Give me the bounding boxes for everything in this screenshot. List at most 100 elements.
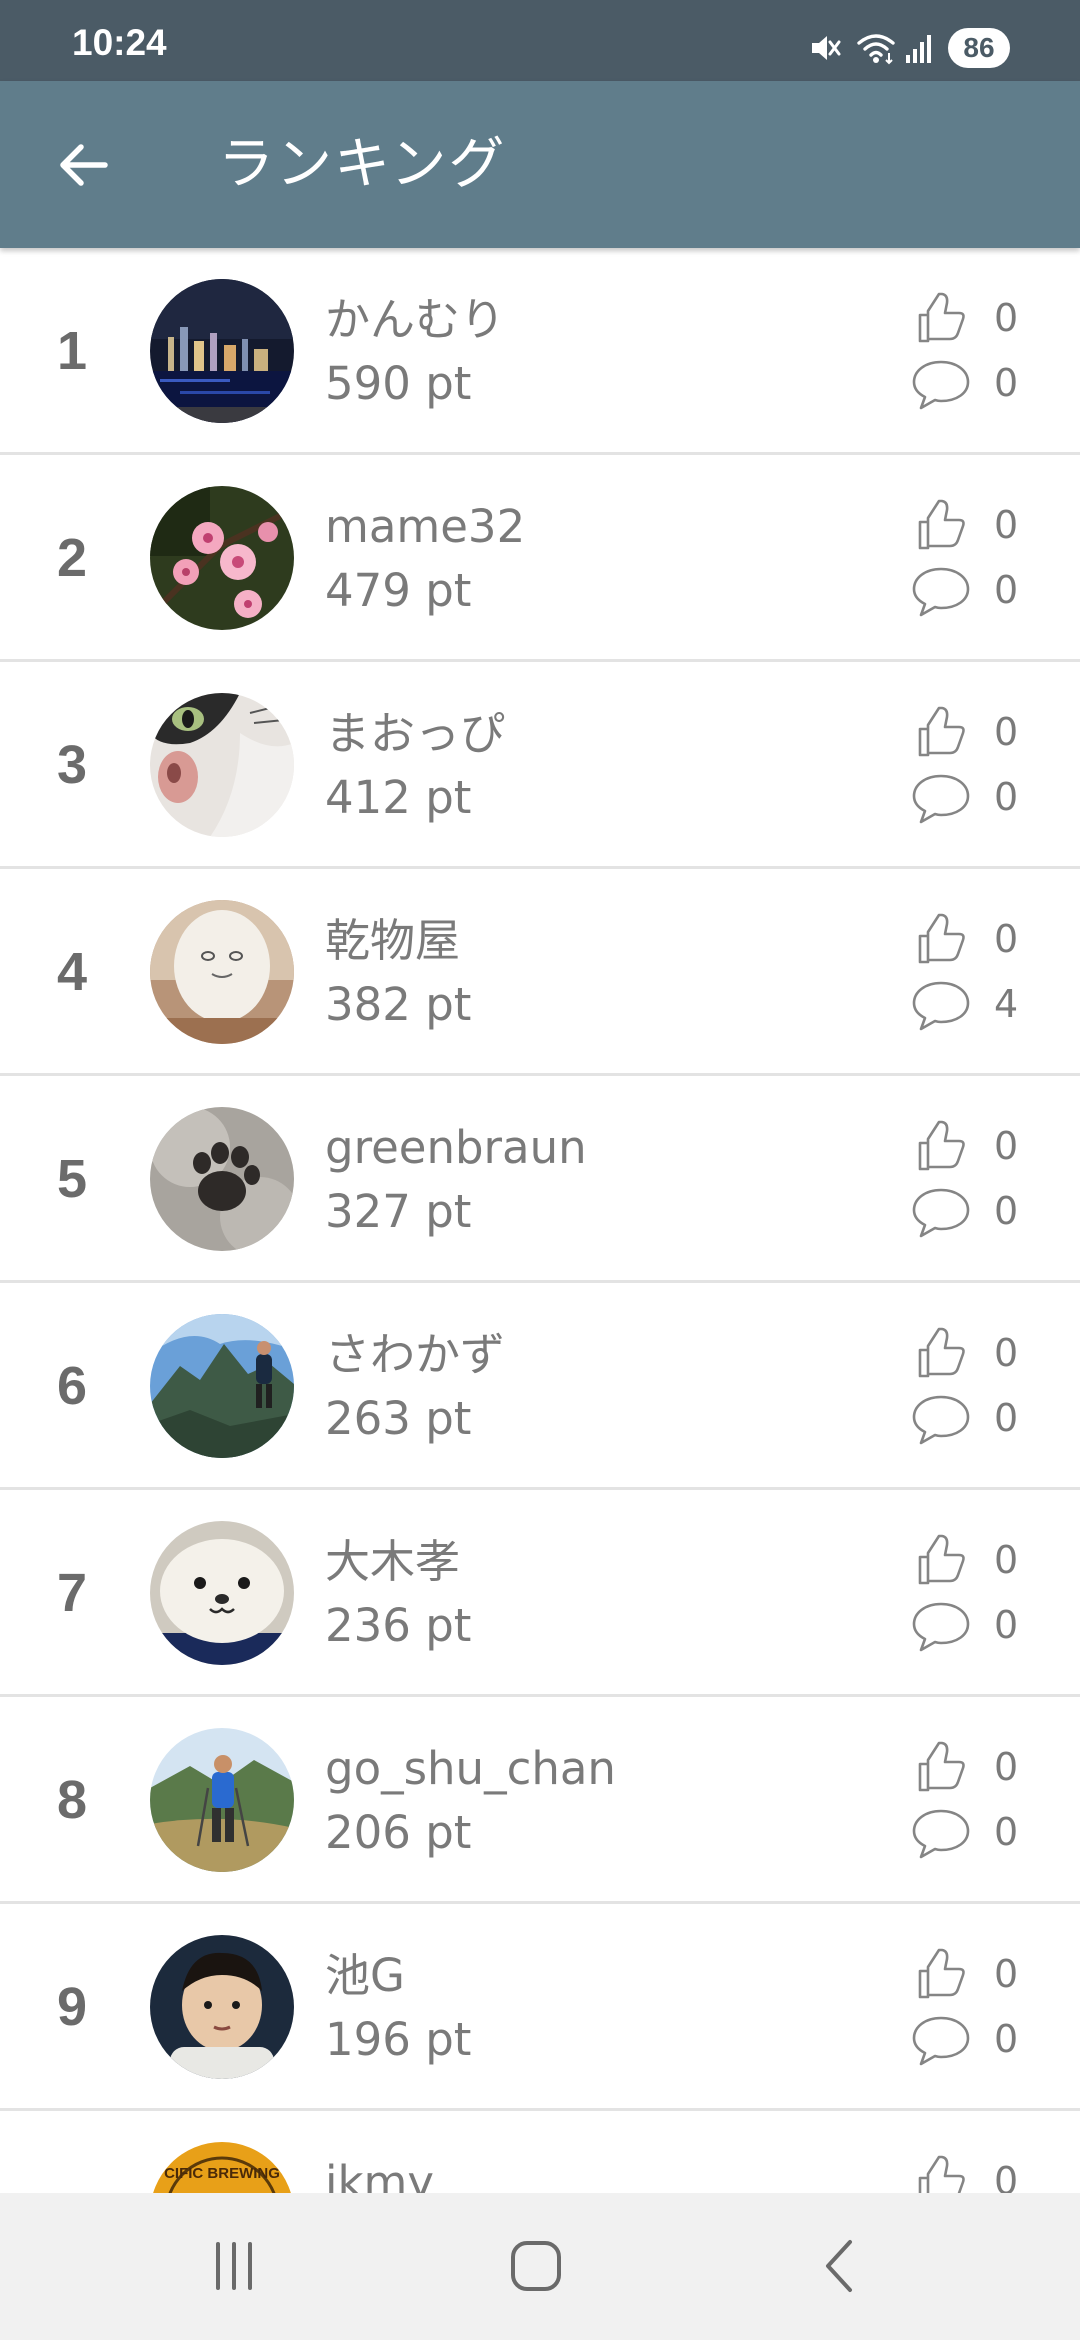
- user-name[interactable]: かんむり: [325, 290, 505, 350]
- likes-stat[interactable]: 0: [910, 2150, 1030, 2193]
- likes-stat[interactable]: 0: [910, 1115, 1030, 1177]
- recent-apps-icon: [216, 2242, 252, 2290]
- user-name[interactable]: 乾物屋: [325, 911, 460, 971]
- user-points: 196 pt: [325, 2013, 472, 2066]
- comments-stat[interactable]: 0: [910, 1594, 1030, 1656]
- speech-bubble-icon: [912, 1395, 970, 1445]
- likes-count: 0: [994, 1331, 1019, 1375]
- ranking-row[interactable]: 10 CIFIC BREWING ikmy 0: [0, 2111, 1080, 2193]
- home-button[interactable]: [486, 2221, 586, 2311]
- avatar[interactable]: [150, 279, 294, 423]
- ranking-row[interactable]: 6 さわかず 263 pt 0 0: [0, 1283, 1080, 1490]
- back-icon: [826, 2240, 852, 2292]
- ranking-row[interactable]: 4 乾物屋 382 pt 0 4: [0, 869, 1080, 1076]
- rank-number: 5: [56, 1149, 88, 1209]
- likes-count: 0: [994, 503, 1019, 547]
- arrow-left-icon: [60, 144, 108, 186]
- rank-number: 7: [56, 1563, 88, 1623]
- speech-bubble-icon: [912, 2016, 970, 2066]
- thumbs-up-icon: [918, 1120, 965, 1171]
- likes-stat[interactable]: 0: [910, 1529, 1030, 1591]
- thumbs-up-icon: [918, 2155, 965, 2193]
- ranking-row[interactable]: 5 greenbraun 327 pt 0 0: [0, 1076, 1080, 1283]
- user-name[interactable]: ikmy: [325, 2153, 434, 2193]
- avatar[interactable]: [150, 1107, 294, 1251]
- speech-bubble-icon: [912, 1809, 970, 1859]
- speech-bubble-icon: [912, 1188, 970, 1238]
- thumbs-up-icon: [918, 1327, 965, 1378]
- comments-count: 0: [994, 2017, 1019, 2061]
- ranking-row[interactable]: 3 まおっぴ 412 pt 0 0: [0, 662, 1080, 869]
- speech-bubble-icon: [912, 774, 970, 824]
- system-nav-bar: [0, 2193, 1080, 2340]
- comments-count: 0: [994, 775, 1019, 819]
- home-icon: [511, 2241, 561, 2291]
- speech-bubble-icon: [912, 981, 970, 1031]
- avatar[interactable]: [150, 900, 294, 1044]
- thumbs-up-icon: [918, 706, 965, 757]
- user-points: 590 pt: [325, 357, 472, 410]
- user-points: 382 pt: [325, 978, 472, 1031]
- mute-icon: [808, 31, 842, 65]
- user-name[interactable]: さわかず: [325, 1325, 505, 1385]
- user-name[interactable]: まおっぴ: [325, 704, 505, 764]
- avatar[interactable]: [150, 693, 294, 837]
- comments-count: 0: [994, 1396, 1019, 1440]
- rank-number: 9: [56, 1977, 88, 2037]
- ranking-row[interactable]: 7 大木孝 236 pt 0 0: [0, 1490, 1080, 1697]
- likes-stat[interactable]: 0: [910, 287, 1030, 349]
- back-button[interactable]: [40, 122, 126, 208]
- nav-back-button[interactable]: [790, 2221, 890, 2311]
- likes-count: 0: [994, 296, 1019, 340]
- signal-icon: [904, 31, 934, 65]
- likes-stat[interactable]: 0: [910, 1736, 1030, 1798]
- likes-stat[interactable]: 0: [910, 1943, 1030, 2005]
- comments-stat[interactable]: 0: [910, 766, 1030, 828]
- comments-stat[interactable]: 0: [910, 2008, 1030, 2070]
- ranking-screen: 10:24 86 ランキング 1 かんむり 590 pt 0 0 2 mame3…: [0, 0, 1080, 2340]
- user-name[interactable]: go_shu_chan: [325, 1739, 616, 1799]
- recent-apps-button[interactable]: [184, 2221, 284, 2311]
- user-name[interactable]: greenbraun: [325, 1118, 587, 1178]
- comments-count: 0: [994, 361, 1019, 405]
- comments-stat[interactable]: 0: [910, 1180, 1030, 1242]
- ranking-row[interactable]: 2 mame32 479 pt 0 0: [0, 455, 1080, 662]
- comments-stat[interactable]: 0: [910, 1387, 1030, 1449]
- ranking-row[interactable]: 9 池G 196 pt 0 0: [0, 1904, 1080, 2111]
- thumbs-up-icon: [918, 1948, 965, 1999]
- ranking-row[interactable]: 1 かんむり 590 pt 0 0: [0, 248, 1080, 455]
- ranking-row[interactable]: 8 go_shu_chan 206 pt 0 0: [0, 1697, 1080, 1904]
- user-points: 263 pt: [325, 1392, 472, 1445]
- user-name[interactable]: 池G: [325, 1946, 405, 2006]
- rank-number: 10: [40, 2179, 104, 2193]
- likes-stat[interactable]: 0: [910, 1322, 1030, 1384]
- likes-count: 0: [994, 917, 1019, 961]
- app-bar: ランキング: [0, 81, 1080, 248]
- comments-count: 0: [994, 1810, 1019, 1854]
- rank-number: 3: [56, 735, 88, 795]
- avatar[interactable]: [150, 1521, 294, 1665]
- rank-number: 1: [56, 321, 88, 381]
- avatar[interactable]: [150, 486, 294, 630]
- comments-stat[interactable]: 0: [910, 1801, 1030, 1863]
- user-points: 479 pt: [325, 564, 472, 617]
- speech-bubble-icon: [912, 567, 970, 617]
- wifi-icon: [856, 31, 896, 65]
- likes-count: 0: [994, 1745, 1019, 1789]
- avatar[interactable]: [150, 1314, 294, 1458]
- comments-stat[interactable]: 4: [910, 973, 1030, 1035]
- battery-indicator: 86: [948, 28, 1010, 68]
- avatar[interactable]: CIFIC BREWING: [150, 2142, 294, 2193]
- likes-stat[interactable]: 0: [910, 701, 1030, 763]
- thumbs-up-icon: [918, 292, 965, 343]
- user-points: 236 pt: [325, 1599, 472, 1652]
- user-name[interactable]: 大木孝: [325, 1532, 460, 1592]
- avatar[interactable]: [150, 1935, 294, 2079]
- comments-stat[interactable]: 0: [910, 559, 1030, 621]
- likes-stat[interactable]: 0: [910, 494, 1030, 556]
- user-name[interactable]: mame32: [325, 497, 525, 557]
- avatar[interactable]: [150, 1728, 294, 1872]
- comments-count: 0: [994, 1189, 1019, 1233]
- likes-stat[interactable]: 0: [910, 908, 1030, 970]
- comments-stat[interactable]: 0: [910, 352, 1030, 414]
